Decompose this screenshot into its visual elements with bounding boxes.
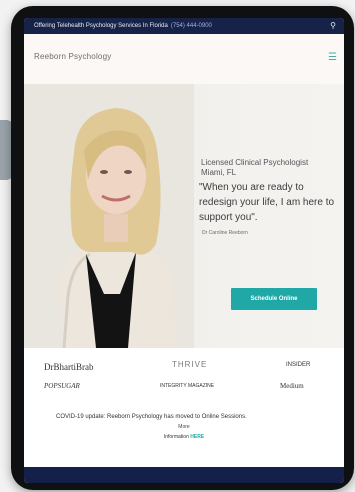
notice-line1: COVID-19 update: Reeborn Psychology has … bbox=[56, 414, 247, 420]
site-header: Reeborn Psychology ☰ bbox=[24, 34, 344, 84]
tablet-device-frame: Offering Telehealth Psychology Services … bbox=[11, 6, 354, 490]
featured-logo: POPSUGAR bbox=[44, 382, 80, 390]
site-footer bbox=[24, 467, 344, 483]
site-logo[interactable]: Reeborn Psychology bbox=[34, 52, 111, 61]
featured-logo: DrBhartiBrab bbox=[44, 362, 94, 372]
hero-subtitle-line2: Miami, FL bbox=[201, 168, 237, 177]
hamburger-menu-icon[interactable]: ☰ bbox=[328, 52, 337, 63]
notice-line2: More bbox=[178, 424, 190, 430]
notice-here-link[interactable]: HERE bbox=[190, 434, 204, 440]
featured-logo: Medium bbox=[280, 382, 304, 390]
notice-line3-text: Information bbox=[163, 434, 189, 440]
announcement-bar: Offering Telehealth Psychology Services … bbox=[24, 18, 344, 34]
announcement-label: Offering Telehealth Psychology Services … bbox=[34, 23, 168, 29]
search-icon[interactable]: ⚲ bbox=[330, 18, 336, 34]
hero-section: Licensed Clinical Psychologist Miami, FL… bbox=[24, 84, 344, 348]
tablet-screen: Offering Telehealth Psychology Services … bbox=[24, 18, 344, 483]
hero-signature: Dr Caroline Reeborn bbox=[202, 230, 248, 236]
therapist-portrait-image bbox=[24, 84, 194, 348]
featured-logo: INSIDER bbox=[286, 362, 311, 368]
notice-line3: Information HERE bbox=[24, 434, 344, 440]
phone-link[interactable]: (754) 444-0900 bbox=[171, 23, 212, 29]
schedule-online-button[interactable]: Schedule Online bbox=[231, 288, 317, 310]
hero-subtitle-line1: Licensed Clinical Psychologist bbox=[201, 158, 309, 167]
hero-quote: "When you are ready to redesign your lif… bbox=[199, 182, 335, 223]
announcement-text: Offering Telehealth Psychology Services … bbox=[34, 18, 212, 34]
featured-logo: INTEGRITY MAGAZINE bbox=[160, 383, 215, 389]
hero-subtitle: Licensed Clinical Psychologist Miami, FL bbox=[201, 158, 308, 178]
featured-logos: DrBhartiBrab THRIVE INSIDER POPSUGAR INT… bbox=[24, 348, 344, 400]
featured-logo: THRIVE bbox=[172, 360, 208, 369]
